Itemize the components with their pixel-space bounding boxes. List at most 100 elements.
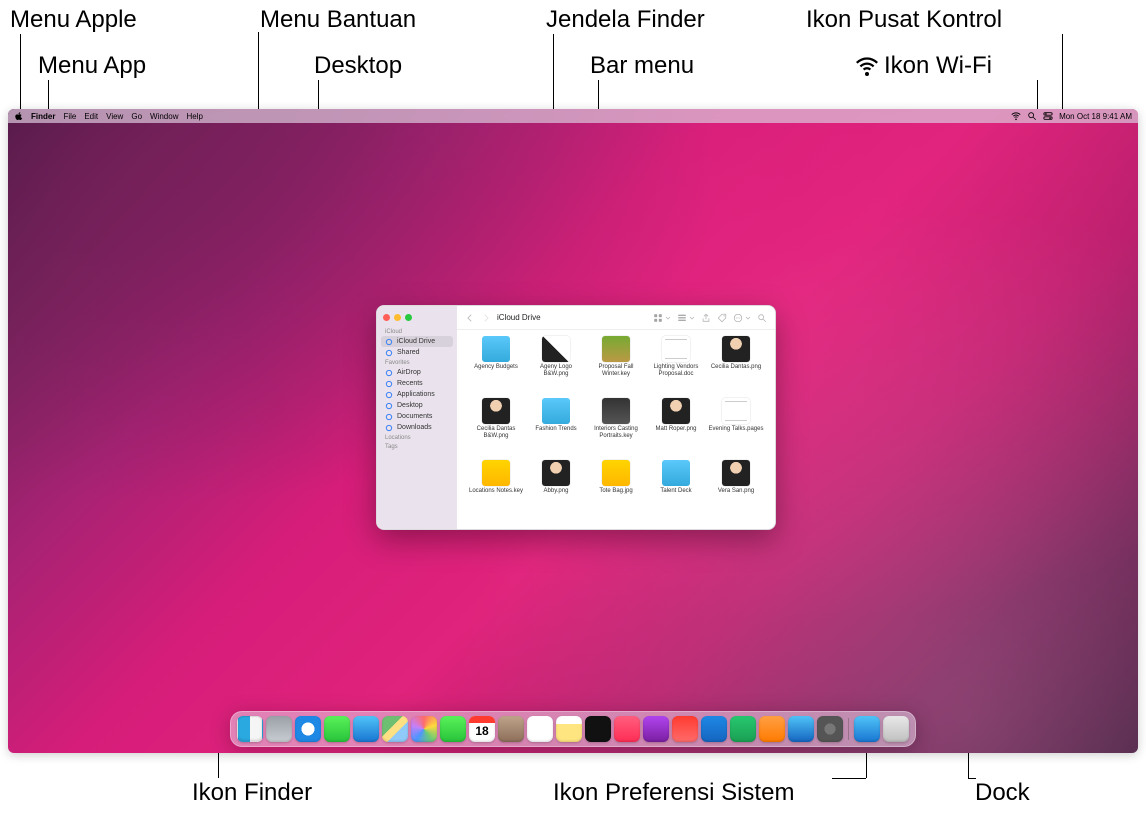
menu-file[interactable]: File <box>63 112 76 121</box>
wifi-status-icon[interactable] <box>1011 111 1021 121</box>
dock-item-keynote[interactable] <box>701 716 727 742</box>
dock-item-numbers[interactable] <box>730 716 756 742</box>
leader-line <box>832 778 866 779</box>
sidebar-item[interactable]: Documents <box>377 411 457 422</box>
dock-item-tv[interactable] <box>585 716 611 742</box>
file-item[interactable]: Interiors Casting Portraits.key <box>587 398 645 456</box>
sidebar-item-label: AirDrop <box>397 369 421 376</box>
tag-icon[interactable] <box>717 313 727 323</box>
file-item[interactable]: Fashion Trends <box>527 398 585 456</box>
sidebar-item[interactable]: iCloud Drive <box>381 336 453 347</box>
sidebar-item[interactable]: Applications <box>377 389 457 400</box>
file-item[interactable]: Proposal Fall Winter.key <box>587 336 645 394</box>
chevron-down-icon[interactable] <box>689 313 695 323</box>
menu-window[interactable]: Window <box>150 112 178 121</box>
back-icon[interactable] <box>465 313 475 323</box>
dock-item-calendar[interactable]: 18 <box>469 716 495 742</box>
file-name: Locations Notes.key <box>469 488 523 495</box>
menu-go[interactable]: Go <box>131 112 142 121</box>
file-item[interactable]: Agency Budgets <box>467 336 525 394</box>
file-item[interactable]: Lighting Vendors Proposal.doc <box>647 336 705 394</box>
sidebar-item-icon <box>385 380 393 388</box>
sidebar-item[interactable]: Recents <box>377 378 457 389</box>
finder-title: iCloud Drive <box>497 313 541 322</box>
dock[interactable]: 18 <box>230 711 916 747</box>
control-center-icon[interactable] <box>1043 111 1053 121</box>
sidebar-item[interactable]: Downloads <box>377 422 457 433</box>
sidebar-header: Tags <box>377 442 457 451</box>
minimize-button[interactable] <box>394 314 401 321</box>
file-item[interactable]: Vera San.png <box>707 460 765 518</box>
callout-wifi-icon: Ikon Wi-Fi <box>884 52 992 80</box>
dock-item-notes[interactable] <box>556 716 582 742</box>
apple-menu-icon[interactable] <box>14 112 23 121</box>
leader-line <box>1062 34 1063 116</box>
sidebar-item-icon <box>385 349 393 357</box>
mac-desktop[interactable]: Finder File Edit View Go Window Help Mon… <box>8 109 1138 753</box>
file-item[interactable]: Cecilia Dantas.png <box>707 336 765 394</box>
sidebar-item-label: Desktop <box>397 402 423 409</box>
sidebar-item[interactable]: Desktop <box>377 400 457 411</box>
callout-finder-window: Jendela Finder <box>546 6 705 34</box>
finder-window[interactable]: iCloudiCloud DriveSharedFavoritesAirDrop… <box>376 305 776 530</box>
dock-item-reminders[interactable] <box>527 716 553 742</box>
dock-item-podcasts[interactable] <box>643 716 669 742</box>
file-item[interactable]: Abby.png <box>527 460 585 518</box>
leader-line <box>20 34 21 114</box>
dock-item-music[interactable] <box>614 716 640 742</box>
share-icon[interactable] <box>701 313 711 323</box>
file-item[interactable]: Ageny Logo B&W.png <box>527 336 585 394</box>
menu-edit[interactable]: Edit <box>84 112 98 121</box>
dock-item-downloads[interactable] <box>854 716 880 742</box>
dock-item-prefs[interactable] <box>817 716 843 742</box>
file-item[interactable]: Cecilia Dantas B&W.png <box>467 398 525 456</box>
view-switcher[interactable] <box>653 313 671 323</box>
spotlight-icon[interactable] <box>1027 111 1037 121</box>
file-item[interactable]: Locations Notes.key <box>467 460 525 518</box>
action-icon[interactable] <box>733 313 743 323</box>
file-grid[interactable]: Agency BudgetsAgeny Logo B&W.pngProposal… <box>457 330 775 529</box>
file-item[interactable]: Matt Roper.png <box>647 398 705 456</box>
dock-item-appstore[interactable] <box>788 716 814 742</box>
dock-item-safari[interactable] <box>295 716 321 742</box>
file-item[interactable]: Evening Talks.pages <box>707 398 765 456</box>
file-name: Matt Roper.png <box>655 426 696 433</box>
forward-icon[interactable] <box>481 313 491 323</box>
dock-item-news[interactable] <box>672 716 698 742</box>
file-name: Lighting Vendors Proposal.doc <box>648 364 704 377</box>
file-name: Ageny Logo B&W.png <box>528 364 584 377</box>
menu-view[interactable]: View <box>106 112 123 121</box>
dock-item-pages[interactable] <box>759 716 785 742</box>
action-menu[interactable] <box>733 313 751 323</box>
app-menu[interactable]: Finder <box>31 112 55 121</box>
group-icon[interactable] <box>677 313 687 323</box>
search-icon[interactable] <box>757 313 767 323</box>
sidebar-item-icon <box>385 424 393 432</box>
sidebar-item[interactable]: AirDrop <box>377 367 457 378</box>
grid-view-icon[interactable] <box>653 313 663 323</box>
callout-dock: Dock <box>975 779 1030 807</box>
menu-help[interactable]: Help <box>186 112 202 121</box>
dock-item-facetime[interactable] <box>440 716 466 742</box>
dock-item-mail[interactable] <box>353 716 379 742</box>
zoom-button[interactable] <box>405 314 412 321</box>
leader-line <box>258 32 259 116</box>
group-menu[interactable] <box>677 313 695 323</box>
dock-item-messages[interactable] <box>324 716 350 742</box>
dock-item-finder[interactable] <box>237 716 263 742</box>
close-button[interactable] <box>383 314 390 321</box>
dock-item-contacts[interactable] <box>498 716 524 742</box>
sidebar-item-label: iCloud Drive <box>397 338 435 345</box>
sidebar-header: iCloud <box>377 327 457 336</box>
file-item[interactable]: Tote Bag.jpg <box>587 460 645 518</box>
file-thumbnail <box>722 460 750 486</box>
chevron-down-icon[interactable] <box>745 313 751 323</box>
dock-item-launchpad[interactable] <box>266 716 292 742</box>
sidebar-item[interactable]: Shared <box>377 347 457 358</box>
menu-clock[interactable]: Mon Oct 18 9:41 AM <box>1059 112 1132 121</box>
dock-item-photos[interactable] <box>411 716 437 742</box>
dock-item-trash[interactable] <box>883 716 909 742</box>
dock-item-maps[interactable] <box>382 716 408 742</box>
chevron-down-icon[interactable] <box>665 313 671 323</box>
file-item[interactable]: Talent Deck <box>647 460 705 518</box>
